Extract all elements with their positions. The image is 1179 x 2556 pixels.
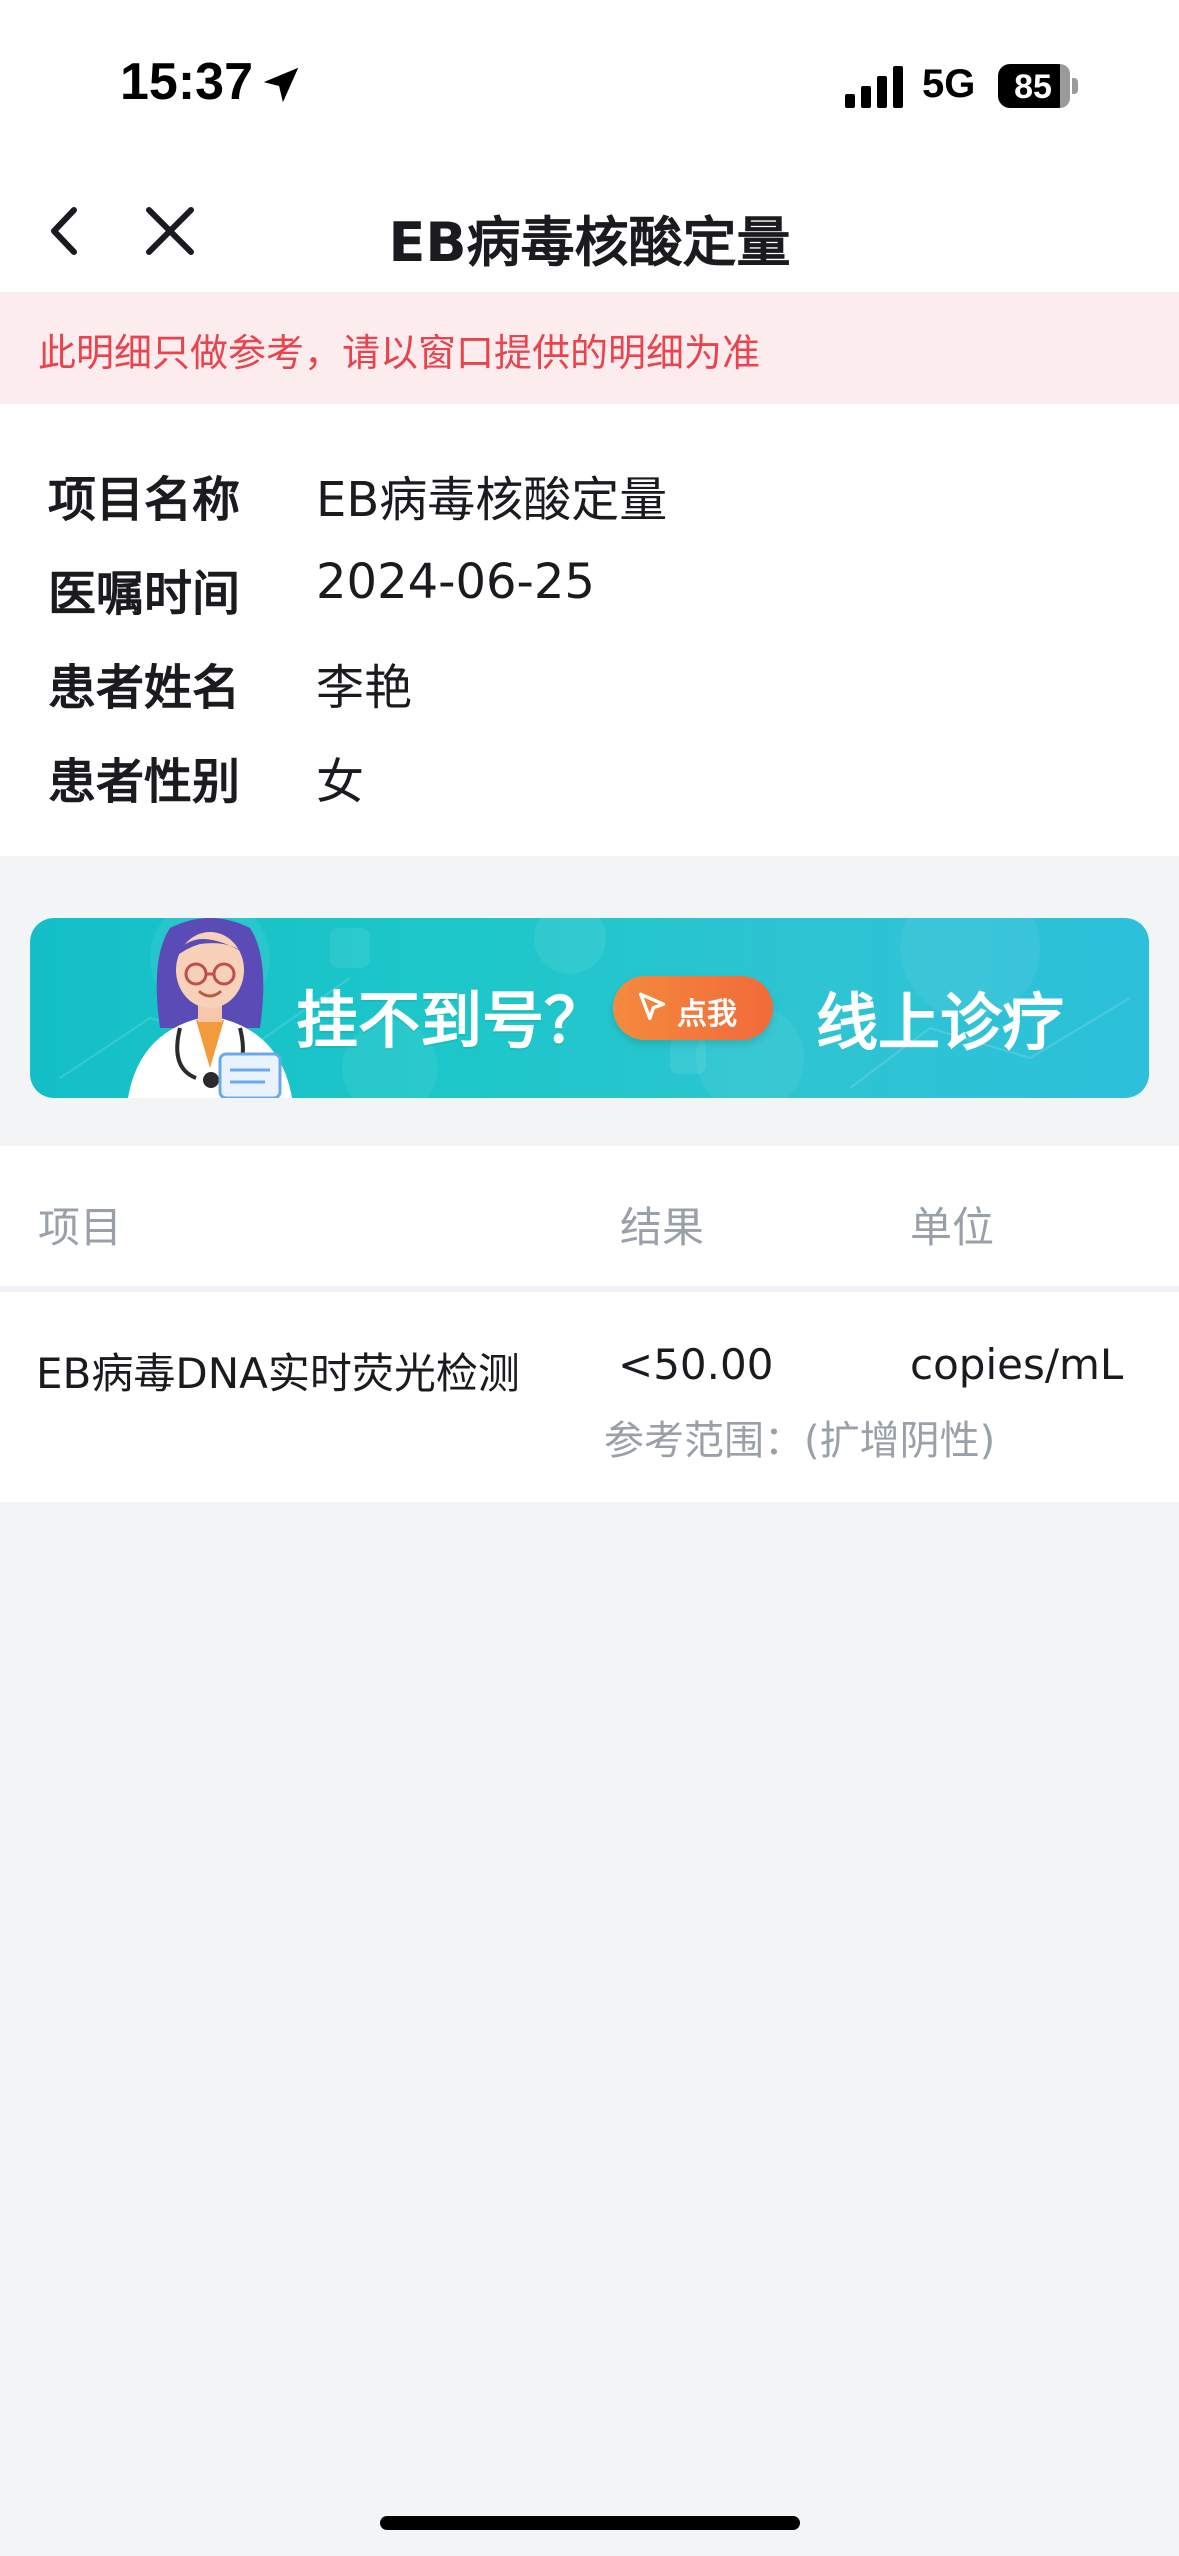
doctor-illustration bbox=[128, 918, 292, 1098]
close-icon[interactable] bbox=[135, 196, 205, 266]
info-row-project-name: 项目名称 EB病毒核酸定量 bbox=[48, 460, 1148, 530]
click-me-button[interactable]: 点我 bbox=[613, 976, 773, 1040]
result-unit: copies/mL bbox=[910, 1340, 1124, 1389]
result-item-name: EB病毒DNA实时荧光检测 bbox=[36, 1349, 520, 1398]
cellular-signal-icon bbox=[845, 66, 903, 108]
back-chevron-icon[interactable] bbox=[30, 196, 100, 266]
location-arrow-icon bbox=[263, 67, 299, 103]
table-divider bbox=[0, 1286, 1179, 1292]
network-type-label: 5G bbox=[922, 62, 976, 106]
info-label: 项目名称 bbox=[48, 472, 241, 528]
notice-banner: 此明细只做参考，请以窗口提供的明细为准 bbox=[0, 292, 1179, 404]
status-bar: 15:37 5G 85 bbox=[0, 0, 1179, 170]
battery-icon: 85 bbox=[998, 64, 1078, 108]
home-indicator[interactable] bbox=[380, 2516, 800, 2530]
click-me-label: 点我 bbox=[677, 997, 737, 1032]
results-table: 项目 结果 单位 EB病毒DNA实时荧光检测 <50.00 copies/mL … bbox=[0, 1146, 1179, 1502]
result-value: <50.00 bbox=[618, 1340, 774, 1389]
info-value: 女 bbox=[316, 754, 365, 810]
info-row-patient-name: 患者姓名 李艳 bbox=[48, 648, 1148, 718]
battery-cap bbox=[1072, 78, 1078, 94]
results-table-header: 项目 结果 单位 bbox=[0, 1146, 1179, 1286]
page-title: EB病毒核酸定量 bbox=[388, 211, 791, 274]
screen: 15:37 5G 85 EB病毒核酸定量 此明细只做参考，请以窗口提供的明细为准 bbox=[0, 0, 1179, 2556]
info-row-order-time: 医嘱时间 2024-06-25 bbox=[48, 554, 1148, 624]
column-header-result: 结果 bbox=[620, 1203, 705, 1252]
column-header-unit: 单位 bbox=[910, 1203, 995, 1252]
notice-text: 此明细只做参考，请以窗口提供的明细为准 bbox=[38, 331, 761, 375]
reference-range: 参考范围：(扩增阴性) bbox=[604, 1418, 996, 1464]
column-header-item: 项目 bbox=[38, 1203, 123, 1252]
info-row-patient-gender: 患者性别 女 bbox=[48, 742, 1148, 812]
info-value: 李艳 bbox=[316, 660, 413, 716]
info-label: 医嘱时间 bbox=[48, 566, 241, 622]
status-time: 15:37 bbox=[120, 53, 253, 111]
navigation-bar: EB病毒核酸定量 bbox=[0, 170, 1179, 292]
online-consultation-banner[interactable]: 挂不到号？ 点我 线上诊疗 bbox=[30, 918, 1149, 1098]
info-value: EB病毒核酸定量 bbox=[316, 472, 668, 528]
banner-question-text: 挂不到号？ bbox=[296, 984, 607, 1057]
banner-cta-text: 线上诊疗 bbox=[816, 986, 1065, 1059]
battery-level: 85 bbox=[1014, 68, 1052, 106]
info-value: 2024-06-25 bbox=[316, 554, 595, 610]
info-label: 患者性别 bbox=[48, 754, 241, 810]
cursor-pointer-icon bbox=[638, 992, 666, 1021]
info-label: 患者姓名 bbox=[48, 660, 241, 716]
order-info-card: 项目名称 EB病毒核酸定量 医嘱时间 2024-06-25 患者姓名 李艳 患者… bbox=[0, 404, 1179, 856]
